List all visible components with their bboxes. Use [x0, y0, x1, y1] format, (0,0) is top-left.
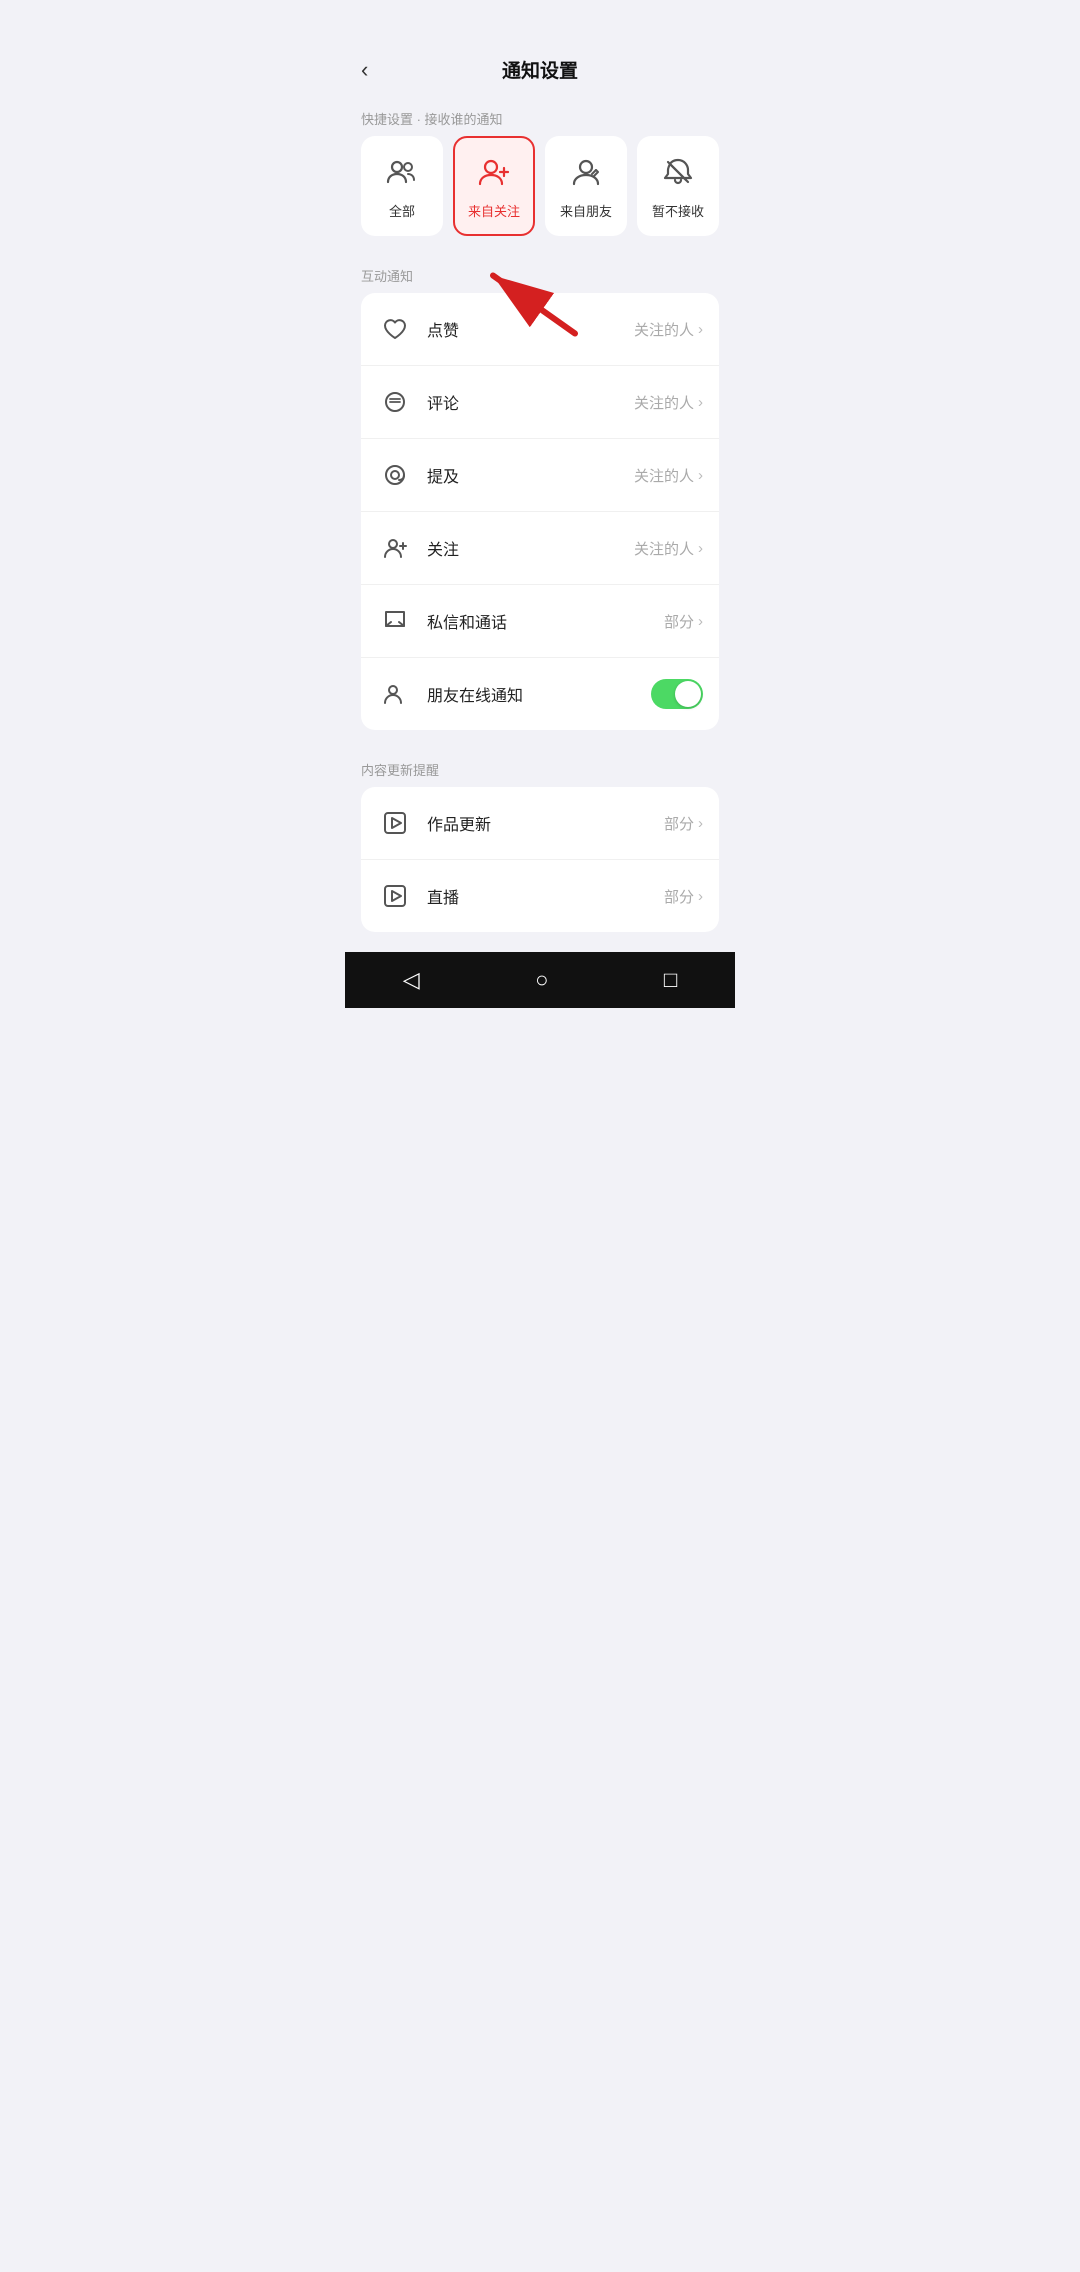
- interaction-section-block: 点赞 关注的人 › 评论 关注的人 › 提及 关注的人 ›: [361, 293, 719, 730]
- list-item-friend-online[interactable]: 朋友在线通知: [361, 658, 719, 730]
- status-bar: [345, 0, 735, 44]
- friend-online-icon: [377, 676, 413, 712]
- comment-value: 关注的人: [634, 392, 694, 413]
- quick-btn-none[interactable]: 暂不接收: [637, 136, 719, 236]
- works-icon: [377, 805, 413, 841]
- like-icon: [377, 311, 413, 347]
- nav-home-icon[interactable]: ○: [535, 967, 548, 993]
- list-item-mention[interactable]: 提及 关注的人 ›: [361, 439, 719, 512]
- page-title: 通知设置: [502, 56, 578, 83]
- list-item-comment[interactable]: 评论 关注的人 ›: [361, 366, 719, 439]
- live-label: 直播: [427, 884, 664, 908]
- comment-icon: [377, 384, 413, 420]
- interaction-section-title: 互动通知: [345, 252, 735, 293]
- quick-btn-following-label: 来自关注: [468, 201, 520, 220]
- live-chevron: ›: [698, 888, 703, 905]
- quick-btn-none-label: 暂不接收: [652, 201, 704, 220]
- quick-settings-label: 快捷设置 · 接收谁的通知: [345, 95, 735, 136]
- list-item-like[interactable]: 点赞 关注的人 ›: [361, 293, 719, 366]
- works-chevron: ›: [698, 815, 703, 832]
- mention-label: 提及: [427, 463, 634, 487]
- mention-value: 关注的人: [634, 465, 694, 486]
- mention-chevron: ›: [698, 467, 703, 484]
- header: ‹ 通知设置: [345, 44, 735, 95]
- quick-btn-friends-label: 来自朋友: [560, 201, 612, 220]
- follow-chevron: ›: [698, 540, 703, 557]
- message-value: 部分: [664, 611, 694, 632]
- following-icon: [478, 156, 510, 193]
- like-label: 点赞: [427, 317, 634, 341]
- live-value: 部分: [664, 886, 694, 907]
- quick-btn-all[interactable]: 全部: [361, 136, 443, 236]
- quick-btn-friends[interactable]: 来自朋友: [545, 136, 627, 236]
- message-icon: [377, 603, 413, 639]
- like-value: 关注的人: [634, 319, 694, 340]
- mention-icon: [377, 457, 413, 493]
- nav-recent-icon[interactable]: □: [664, 967, 677, 993]
- nav-back-icon[interactable]: ◁: [403, 967, 420, 993]
- none-icon: [662, 156, 694, 193]
- content-section-block: 作品更新 部分 › 直播 部分 ›: [361, 787, 719, 932]
- quick-settings-row: 全部 来自关注: [345, 136, 735, 252]
- friend-online-toggle[interactable]: [651, 679, 703, 709]
- like-chevron: ›: [698, 321, 703, 338]
- back-button[interactable]: ‹: [361, 57, 368, 83]
- list-item-follow[interactable]: 关注 关注的人 ›: [361, 512, 719, 585]
- message-label: 私信和通话: [427, 609, 664, 633]
- toggle-knob: [675, 681, 701, 707]
- main-content: 快捷设置 · 接收谁的通知 全部: [345, 95, 735, 932]
- works-label: 作品更新: [427, 811, 664, 835]
- list-item-live[interactable]: 直播 部分 ›: [361, 860, 719, 932]
- follow-label: 关注: [427, 536, 634, 560]
- bottom-nav: ◁ ○ □: [345, 952, 735, 1008]
- quick-btn-all-label: 全部: [389, 201, 415, 220]
- list-item-works[interactable]: 作品更新 部分 ›: [361, 787, 719, 860]
- live-icon: [377, 878, 413, 914]
- all-icon: [386, 156, 418, 193]
- content-section-title: 内容更新提醒: [345, 746, 735, 787]
- quick-btn-following[interactable]: 来自关注: [453, 136, 535, 236]
- list-item-message[interactable]: 私信和通话 部分 ›: [361, 585, 719, 658]
- follow-value: 关注的人: [634, 538, 694, 559]
- follow-icon: [377, 530, 413, 566]
- message-chevron: ›: [698, 613, 703, 630]
- friend-online-label: 朋友在线通知: [427, 682, 651, 706]
- works-value: 部分: [664, 813, 694, 834]
- comment-label: 评论: [427, 390, 634, 414]
- friends-icon: [570, 156, 602, 193]
- comment-chevron: ›: [698, 394, 703, 411]
